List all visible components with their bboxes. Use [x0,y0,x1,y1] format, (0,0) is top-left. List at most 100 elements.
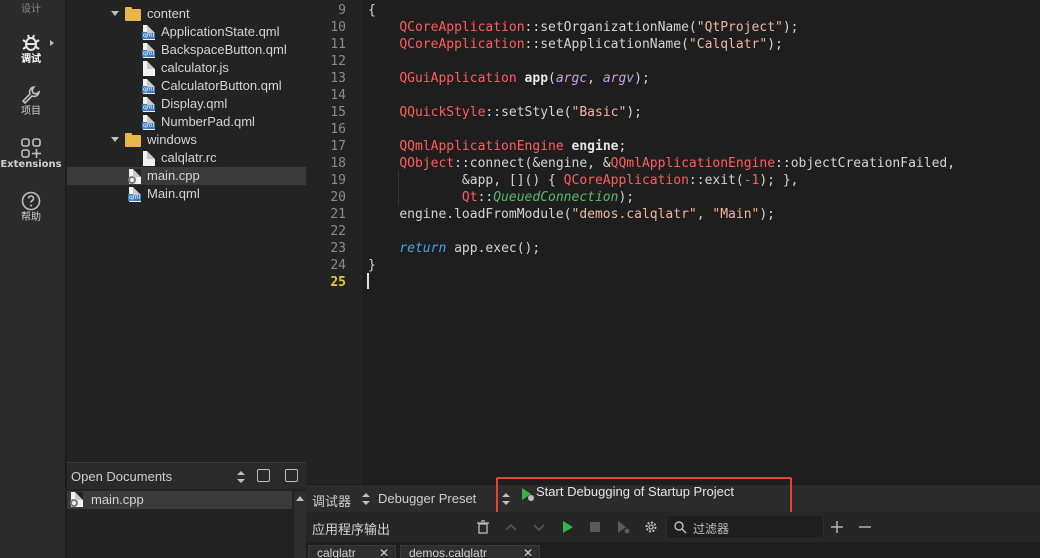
mode-design-label: 设计 [21,4,41,15]
debugger-preset-selector[interactable]: Debugger Preset [378,491,476,506]
file-label: NumberPad.qml [161,114,255,129]
stop-icon[interactable] [588,520,602,534]
code-line: Qt::QueuedConnection); [461,190,635,205]
mode-projects-label: 项目 [21,106,41,117]
open-documents-selector[interactable]: Open Documents [71,469,172,484]
code-line: &app, []() { QCoreApplication::exit(-1);… [461,173,799,188]
mode-selector: 设计 调试 项目 Extensions 帮助 [0,0,66,558]
output-tab[interactable]: calqlatr ✕ [308,545,396,558]
output-tab-label: demos.calqlatr [409,546,488,558]
wrench-icon [21,86,40,105]
code-line: return app.exec(); [399,241,541,256]
mode-debug[interactable]: 调试 [0,32,62,66]
chevron-up-icon[interactable] [504,520,518,534]
line-number: 11 [330,37,346,52]
output-tab[interactable]: demos.calqlatr ✕ [400,545,540,558]
line-number: 13 [330,71,346,86]
file-label: calqlatr.rc [161,150,217,165]
line-number: 22 [330,224,346,239]
mode-extensions[interactable]: Extensions [0,137,62,171]
bug-icon [22,34,40,51]
code-line: QGuiApplication app(argc, argv); [399,71,650,86]
tree-folder-content[interactable]: content [67,5,306,23]
tree-file-main-qml[interactable]: qml Main.qml [67,185,306,203]
trash-icon[interactable] [476,520,490,534]
tree-file[interactable]: qml BackspaceButton.qml [67,41,306,59]
attach-debugger-icon[interactable] [616,520,630,534]
line-number: 9 [338,3,346,18]
qml-file-icon: qml [142,115,156,130]
code-line: engine.loadFromModule("demos.calqlatr", … [399,207,776,222]
code-line: } [368,258,376,273]
code-line: QQmlApplicationEngine engine; [399,139,627,154]
tree-file[interactable]: qml ApplicationState.qml [67,23,306,41]
js-file-icon [143,61,155,76]
tree-file[interactable]: qml Display.qml [67,95,306,113]
run-icon[interactable] [560,520,574,534]
zoom-out-icon[interactable] [858,520,872,534]
line-number: 23 [330,241,346,256]
split-icon[interactable] [257,469,270,482]
folder-icon [125,133,141,147]
file-label: Display.qml [161,96,228,111]
qml-file-icon: qml [142,43,156,58]
start-debugging-label: Start Debugging of Startup Project [536,484,735,499]
tree-file-main-cpp[interactable]: main.cpp [67,167,306,185]
mode-projects[interactable]: 项目 [0,84,62,118]
expand-caret-icon[interactable] [111,11,119,16]
file-label: Main.qml [147,186,200,201]
line-number: 24 [330,258,346,273]
help-icon [21,191,41,211]
tree-file[interactable]: calqlatr.rc [67,149,306,167]
file-label: ApplicationState.qml [161,24,280,39]
line-number: 19 [330,173,346,188]
zoom-in-icon[interactable] [830,520,844,534]
close-panel-icon[interactable] [285,469,298,482]
folder-label: windows [147,132,197,147]
code-editor[interactable]: 9 10 11 12 13 14 15 16 17 18 19 20 21 22… [306,0,1040,484]
search-icon [674,521,687,534]
tree-folder-windows[interactable]: windows [67,131,306,149]
file-label: BackspaceButton.qml [161,42,287,57]
code-line: QQuickStyle::setStyle("Basic"); [399,105,642,120]
line-number: 10 [330,20,346,35]
qml-file-icon: qml [142,97,156,112]
filter-input[interactable]: 过滤器 [666,515,824,539]
mode-help[interactable]: 帮助 [0,190,62,224]
debugger-label: 调试器 [312,494,352,509]
code-line: { [368,3,376,18]
open-documents-header: Open Documents [67,463,306,489]
project-tree: content qml ApplicationState.qml qml Bac… [67,0,306,462]
qml-file-icon: qml [142,79,156,94]
folder-icon [125,7,141,21]
code-line: QCoreApplication::setApplicationName("Ca… [399,37,783,52]
output-tab-label: calqlatr [317,546,356,558]
tree-file[interactable]: calculator.js [67,59,306,77]
mode-extensions-label: Extensions [0,159,62,170]
line-number: 20 [330,190,346,205]
open-documents-panel: Open Documents main.cpp [67,462,306,558]
folder-label: content [147,6,190,21]
mode-design[interactable]: 设计 [0,4,62,16]
close-icon[interactable]: ✕ [379,546,389,558]
updown-arrows-icon[interactable] [362,493,370,505]
output-pane-title: 应用程序输出 [312,523,391,538]
chevron-down-icon[interactable] [532,520,546,534]
tree-file[interactable]: qml NumberPad.qml [67,113,306,131]
file-label: calculator.js [161,60,229,75]
gear-icon[interactable] [644,520,658,534]
updown-arrows-icon[interactable] [237,471,245,483]
chevron-right-icon [50,40,54,46]
expand-caret-icon[interactable] [111,137,119,142]
text-cursor [367,273,369,289]
line-number: 14 [330,88,346,103]
open-document-item[interactable]: main.cpp [67,491,292,509]
file-label: main.cpp [147,168,200,183]
file-label: CalculatorButton.qml [161,78,282,93]
line-number: 17 [330,139,346,154]
tree-file[interactable]: qml CalculatorButton.qml [67,77,306,95]
scrollbar[interactable] [294,491,306,558]
close-icon[interactable]: ✕ [523,546,533,558]
output-pane-header: 应用程序输出 过滤器 [306,512,1040,542]
start-debugging-button[interactable]: Start Debugging of Startup Project [496,477,792,515]
